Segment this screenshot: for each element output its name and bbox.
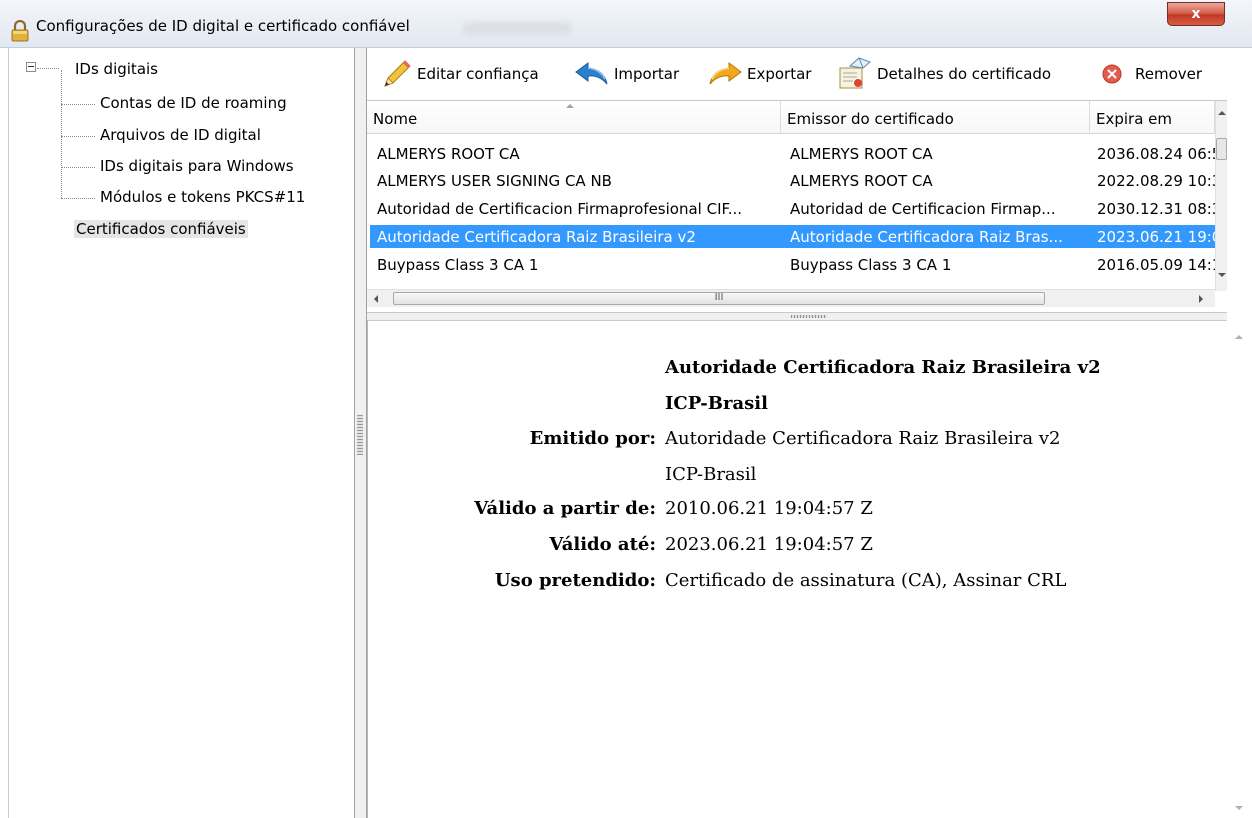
- splitter-grip[interactable]: [791, 315, 827, 318]
- column-header-issuer[interactable]: Emissor do certificado: [781, 101, 1090, 133]
- cell-issuer: ALMERYS ROOT CA: [790, 145, 933, 163]
- import-label: Importar: [614, 65, 680, 83]
- tree-item-digital-id-files[interactable]: Arquivos de ID digital: [100, 126, 261, 144]
- cell-issuer: Autoridade Certificadora Raiz Bras...: [790, 228, 1063, 246]
- table-row[interactable]: ALMERYS ROOT CA ALMERYS ROOT CA 2036.08.…: [370, 142, 1215, 165]
- cell-name: ALMERYS ROOT CA: [377, 145, 520, 163]
- import-button[interactable]: Importar: [574, 48, 679, 100]
- horizontal-scroll-thumb[interactable]: III: [393, 292, 1045, 305]
- arrow-left-icon: [575, 62, 608, 85]
- certificate-list[interactable]: Nome Emissor do certificado Expira em AL…: [367, 100, 1227, 313]
- column-header-name-label: Nome: [373, 110, 418, 128]
- certificate-details-label: Detalhes do certificado: [877, 65, 1052, 83]
- tree-connector: [61, 198, 95, 199]
- table-row[interactable]: ALMERYS USER SIGNING CA NB ALMERYS ROOT …: [370, 169, 1215, 192]
- tree-item-ids-digitais[interactable]: IDs digitais: [75, 60, 158, 78]
- cell-expires: 2016.05.09 14:1: [1097, 256, 1215, 274]
- cell-issuer: ALMERYS ROOT CA: [790, 172, 933, 190]
- table-row[interactable]: Buypass Class 3 CA 1 Buypass Class 3 CA …: [370, 253, 1215, 276]
- scroll-up-arrow-icon[interactable]: [1235, 335, 1243, 339]
- scroll-down-arrow-icon[interactable]: [1218, 273, 1226, 277]
- cell-expires: 2036.08.24 06:5: [1097, 145, 1215, 163]
- column-header-expires-label: Expira em: [1096, 110, 1173, 128]
- scroll-up-arrow-icon[interactable]: [1218, 111, 1226, 115]
- lock-icon: [11, 20, 29, 42]
- column-header-issuer-label: Emissor do certificado: [787, 110, 954, 128]
- table-row-selected[interactable]: Autoridade Certificadora Raiz Brasileira…: [370, 225, 1215, 248]
- scroll-right-arrow-icon[interactable]: [1199, 295, 1203, 303]
- certificate-detail-panel: Autoridade Certificadora Raiz Brasileira…: [367, 321, 1227, 818]
- sort-ascending-icon: [566, 104, 574, 108]
- detail-vertical-scrollbar[interactable]: [1227, 321, 1252, 818]
- subject-line-2: ICP-Brasil: [665, 393, 768, 414]
- valid-from-value: 2010.06.21 19:04:57 Z: [665, 498, 873, 519]
- column-header-name[interactable]: Nome: [367, 101, 781, 133]
- cell-expires: 2022.08.29 10:3: [1097, 172, 1215, 190]
- remove-button[interactable]: Remover: [1101, 48, 1202, 100]
- tree-item-windows-ids[interactable]: IDs digitais para Windows: [100, 157, 294, 175]
- scroll-left-arrow-icon[interactable]: [374, 295, 378, 303]
- valid-to-value: 2023.06.21 19:04:57 Z: [665, 534, 873, 555]
- cell-expires: 2030.12.31 08:3: [1097, 200, 1215, 218]
- vertical-scroll-thumb[interactable]: [1216, 138, 1227, 160]
- cell-name: Buypass Class 3 CA 1: [377, 256, 539, 274]
- tree-connector: [37, 68, 59, 69]
- list-vertical-scrollbar[interactable]: [1215, 101, 1227, 291]
- edit-trust-button[interactable]: Editar confiança: [377, 48, 539, 100]
- horizontal-splitter[interactable]: [367, 312, 1227, 321]
- certificate-details-button[interactable]: Detalhes do certificado: [837, 48, 1051, 100]
- valid-from-label: Válido a partir de:: [474, 498, 656, 519]
- scroll-grip-marks: III: [714, 292, 724, 303]
- tree-connector: [61, 167, 95, 168]
- close-button[interactable]: x: [1167, 2, 1225, 26]
- list-header: Nome Emissor do certificado Expira em: [367, 101, 1215, 134]
- tree-connector: [61, 136, 95, 137]
- title-bar[interactable]: Configurações de ID digital e certificad…: [0, 0, 1252, 48]
- subject-line-1: Autoridade Certificadora Raiz Brasileira…: [665, 357, 1101, 378]
- list-horizontal-scrollbar[interactable]: III: [367, 289, 1215, 307]
- intended-use-label: Uso pretendido:: [494, 570, 656, 591]
- valid-to-label: Válido até:: [549, 534, 656, 555]
- issued-by-label: Emitido por:: [529, 428, 656, 449]
- window-title: Configurações de ID digital e certificad…: [36, 17, 410, 35]
- tree-item-trusted-certificates[interactable]: Certificados confiáveis: [74, 220, 248, 238]
- tree-item-pkcs11[interactable]: Módulos e tokens PKCS#11: [100, 188, 305, 206]
- pencil-icon: [384, 60, 411, 87]
- cell-name: ALMERYS USER SIGNING CA NB: [377, 172, 612, 190]
- column-header-expires[interactable]: Expira em: [1090, 101, 1215, 133]
- intended-use-value: Certificado de assinatura (CA), Assinar …: [665, 570, 1067, 591]
- scroll-down-arrow-icon[interactable]: [1235, 806, 1243, 810]
- tree-connector: [61, 70, 62, 198]
- certificate-icon: [839, 57, 871, 89]
- issued-by-value-2: ICP-Brasil: [665, 464, 757, 485]
- collapse-toggle-icon[interactable]: [26, 62, 36, 72]
- cell-expires: 2023.06.21 19:0: [1097, 228, 1215, 246]
- title-blurred-text: [462, 22, 572, 35]
- tree-connector: [61, 104, 95, 105]
- cell-name: Autoridade Certificadora Raiz Brasileira…: [377, 228, 696, 246]
- settings-tree: IDs digitais Contas de ID de roaming Arq…: [8, 48, 355, 818]
- export-button[interactable]: Exportar: [707, 48, 811, 100]
- remove-icon: [1102, 64, 1122, 84]
- issued-by-value-1: Autoridade Certificadora Raiz Brasileira…: [665, 428, 1061, 449]
- cell-issuer: Buypass Class 3 CA 1: [790, 256, 952, 274]
- window-right-edge: [1227, 48, 1252, 321]
- table-row[interactable]: Autoridad de Certificacion Firmaprofesio…: [370, 197, 1215, 220]
- edit-trust-label: Editar confiança: [417, 65, 539, 83]
- export-label: Exportar: [747, 65, 812, 83]
- arrow-right-icon: [709, 62, 742, 85]
- toolbar: Editar confiança Importar Exportar Detal…: [367, 48, 1227, 100]
- cell-name: Autoridad de Certificacion Firmaprofesio…: [377, 200, 743, 218]
- remove-label: Remover: [1135, 65, 1203, 83]
- tree-item-roaming-accounts[interactable]: Contas de ID de roaming: [100, 94, 287, 112]
- cell-issuer: Autoridad de Certificacion Firmap...: [790, 200, 1056, 218]
